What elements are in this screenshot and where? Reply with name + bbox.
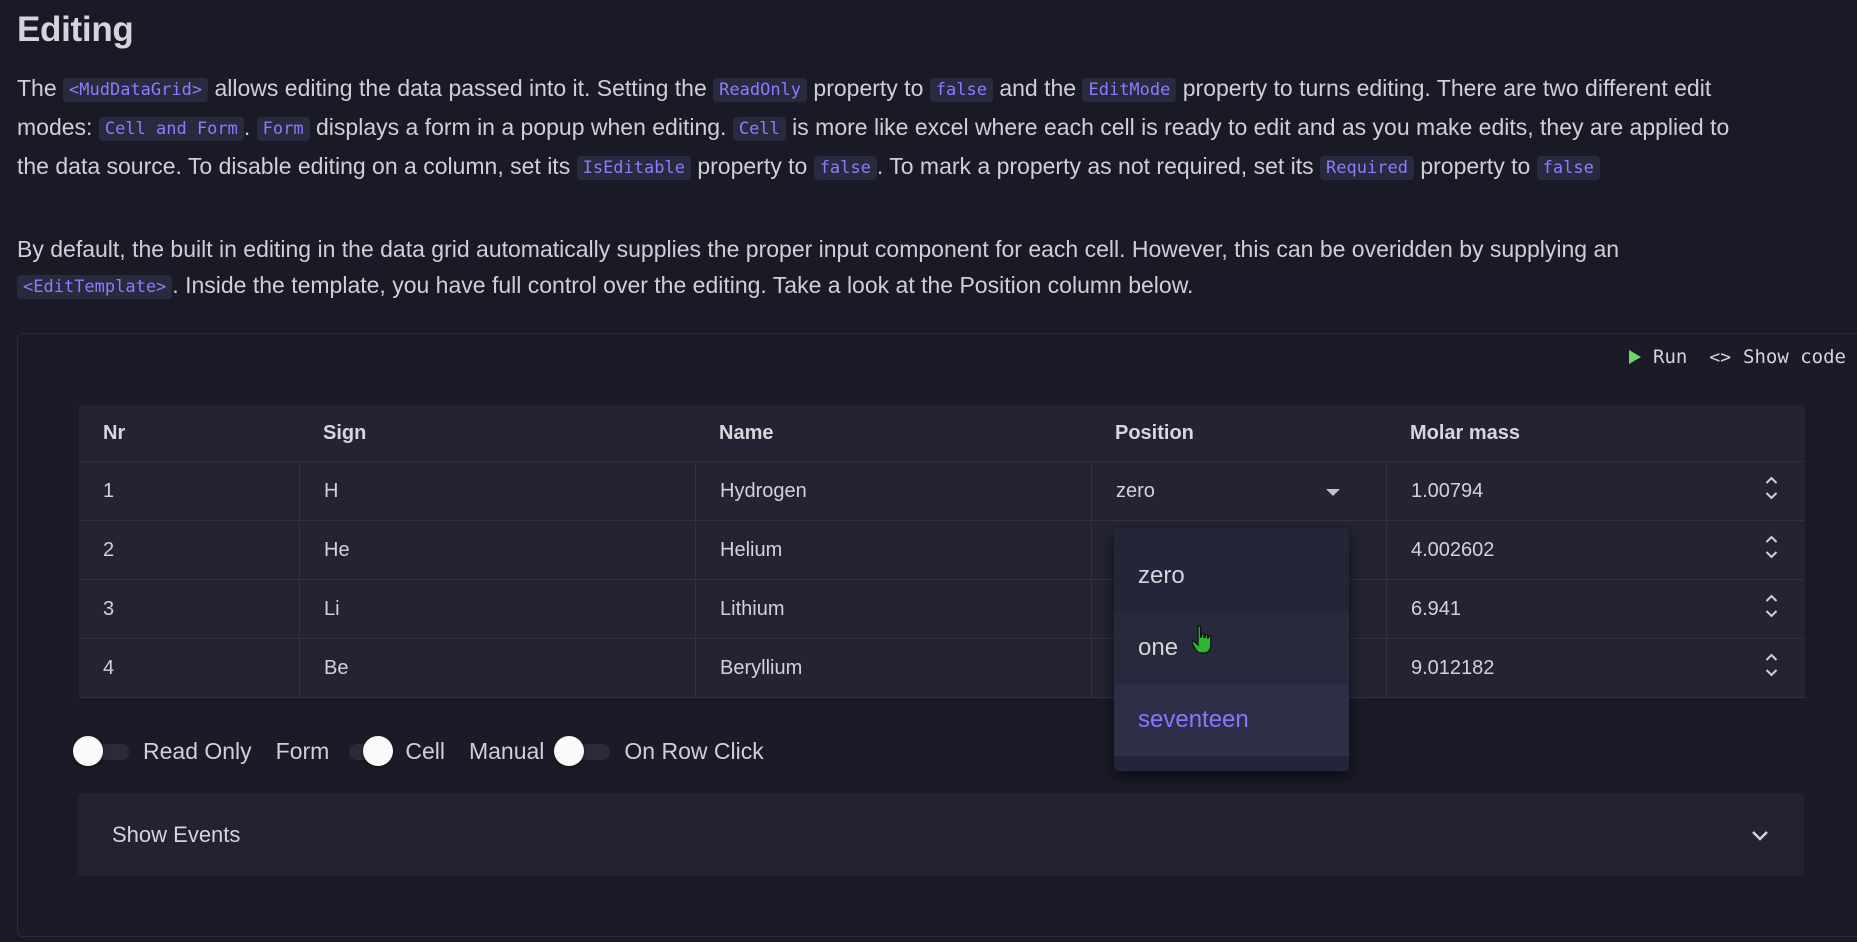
chevron-down-icon[interactable] <box>1765 666 1778 679</box>
demo-toolbar: Run <> Show code <box>1629 346 1846 368</box>
read-only-switch[interactable] <box>73 736 131 766</box>
form-label: Form <box>275 737 330 764</box>
intro-line: By default, the built in editing in the … <box>17 236 1620 262</box>
cell-sign[interactable]: Li <box>299 580 695 638</box>
intro-line: modes: Cell and Form. Form displays a fo… <box>17 114 1730 141</box>
run-label: Run <box>1653 346 1688 368</box>
position-select[interactable]: zero <box>1091 462 1386 520</box>
table-row: 4 Be Beryllium 9.012182 <box>79 639 1805 698</box>
table-row: 3 Li Lithium 6.941 <box>79 580 1805 639</box>
hand-cursor-icon <box>1191 625 1212 654</box>
show-events-label: Show Events <box>112 821 241 847</box>
cell-sign[interactable]: Be <box>299 639 695 697</box>
show-code-label: Show code <box>1743 346 1846 368</box>
code-snippet: <MudDataGrid> <box>63 78 209 102</box>
code-snippet: false <box>813 156 877 180</box>
molar-mass-input[interactable]: 4.002602 <box>1386 521 1805 579</box>
molar-mass-value: 6.941 <box>1411 597 1462 620</box>
intro-paragraph-2: By default, the built in editing in the … <box>17 231 1619 306</box>
column-header-molar-mass[interactable]: Molar mass <box>1386 405 1805 461</box>
molar-mass-value: 9.012182 <box>1411 656 1495 679</box>
show-events-panel[interactable]: Show Events <box>78 793 1804 876</box>
chevron-up-icon[interactable] <box>1765 592 1778 605</box>
code-icon: <> <box>1709 346 1732 368</box>
chevron-down-icon[interactable] <box>1765 489 1778 502</box>
code-snippet: Cell <box>732 117 786 141</box>
column-header-nr[interactable]: Nr <box>79 405 299 461</box>
page-title: Editing <box>17 10 134 49</box>
dropdown-arrow-icon[interactable] <box>1326 489 1340 496</box>
column-header-sign[interactable]: Sign <box>299 405 695 461</box>
cell-name[interactable]: Hydrogen <box>695 462 1091 520</box>
edit-mode-switch[interactable] <box>335 736 394 766</box>
chevron-up-icon[interactable] <box>1765 533 1778 546</box>
column-header-name[interactable]: Name <box>695 405 1091 461</box>
dropdown-option-seventeen[interactable]: seventeen <box>1114 684 1349 756</box>
table-row: 1 H Hydrogen zero 1.00794 <box>79 462 1805 521</box>
cell-sign[interactable]: H <box>299 462 695 520</box>
cell-nr[interactable]: 1 <box>79 462 299 520</box>
chevron-up-icon[interactable] <box>1765 651 1778 664</box>
switch-knob <box>73 736 103 766</box>
code-snippet: <EditTemplate> <box>17 275 173 299</box>
switch-knob <box>554 736 585 766</box>
numeric-stepper <box>1765 474 1778 502</box>
intro-paragraph-1: The <MudDataGrid> allows editing the dat… <box>17 70 1729 187</box>
chevron-down-icon[interactable] <box>1765 548 1778 561</box>
position-dropdown-menu: zero one seventeen <box>1114 528 1349 771</box>
chevron-down-icon[interactable] <box>1765 607 1778 620</box>
code-snippet: Required <box>1320 156 1414 180</box>
code-snippet: false <box>929 78 993 102</box>
cell-sign[interactable]: He <box>299 521 695 579</box>
position-select-value: zero <box>1116 479 1155 502</box>
cell-nr[interactable]: 2 <box>79 521 299 579</box>
switch-knob <box>363 736 394 766</box>
code-snippet: Form <box>256 117 310 141</box>
manual-label: Manual <box>468 737 545 764</box>
molar-mass-value: 1.00794 <box>1411 479 1484 502</box>
chevron-down-icon[interactable] <box>1750 822 1770 848</box>
dropdown-option-zero[interactable]: zero <box>1114 540 1349 612</box>
cell-name[interactable]: Lithium <box>695 580 1091 638</box>
dropdown-option-one[interactable]: one <box>1114 612 1349 684</box>
data-grid: Nr Sign Name Position Molar mass 1 H Hyd… <box>79 405 1805 698</box>
edit-options: Read Only Form Cell Manual On Row Click <box>73 736 764 766</box>
show-code-button[interactable]: <> Show code <box>1709 346 1846 368</box>
code-snippet: Cell and Form <box>98 117 244 141</box>
intro-line: <EditTemplate>. Inside the template, you… <box>17 267 1619 306</box>
molar-mass-input[interactable]: 9.012182 <box>1386 639 1805 697</box>
read-only-label: Read Only <box>143 737 252 764</box>
cell-label: Cell <box>405 737 445 764</box>
numeric-stepper <box>1765 592 1778 620</box>
on-row-click-label: On Row Click <box>624 737 764 764</box>
run-button[interactable]: Run <box>1629 346 1687 368</box>
numeric-stepper <box>1765 533 1778 561</box>
cell-name[interactable]: Beryllium <box>695 639 1091 697</box>
cell-nr[interactable]: 4 <box>79 639 299 697</box>
intro-line: the data source. To disable editing on a… <box>17 148 1729 187</box>
chevron-up-icon[interactable] <box>1765 474 1778 487</box>
grid-header-row: Nr Sign Name Position Molar mass <box>79 405 1805 462</box>
numeric-stepper <box>1765 651 1778 679</box>
molar-mass-input[interactable]: 6.941 <box>1386 580 1805 638</box>
play-icon <box>1629 350 1642 364</box>
edit-trigger-switch[interactable] <box>554 736 612 766</box>
code-snippet: EditMode <box>1082 78 1177 102</box>
table-row: 2 He Helium 4.002602 <box>79 521 1805 580</box>
cell-nr[interactable]: 3 <box>79 580 299 638</box>
code-snippet: IsEditable <box>576 156 691 180</box>
code-snippet: false <box>1536 156 1600 180</box>
molar-mass-value: 4.002602 <box>1411 538 1495 561</box>
column-header-position[interactable]: Position <box>1091 405 1386 461</box>
cell-name[interactable]: Helium <box>695 521 1091 579</box>
intro-line: The <MudDataGrid> allows editing the dat… <box>17 75 1712 102</box>
code-snippet: ReadOnly <box>713 78 808 102</box>
molar-mass-input[interactable]: 1.00794 <box>1386 462 1805 520</box>
